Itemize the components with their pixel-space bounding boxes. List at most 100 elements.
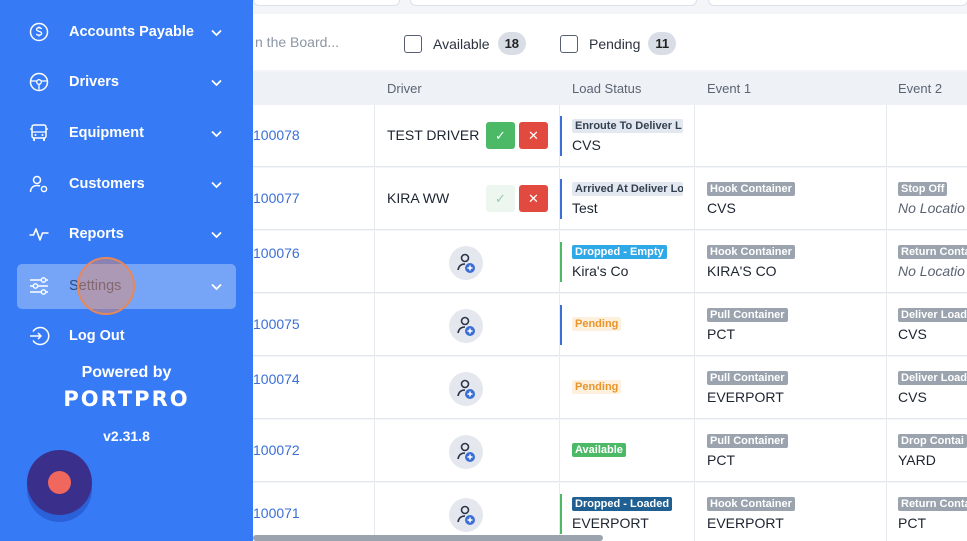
event-2-location: CVS bbox=[898, 326, 927, 342]
sidebar-item-drivers[interactable]: Drivers bbox=[17, 60, 236, 105]
chevron-down-icon bbox=[211, 130, 222, 138]
load-status-badge: Enroute To Deliver L bbox=[572, 119, 683, 133]
event-1-location: PCT bbox=[707, 452, 735, 468]
event-2-tag: Deliver Load bbox=[898, 371, 967, 385]
sidebar: Accounts Payable Drivers Equipment Custo… bbox=[0, 0, 253, 541]
event-1-tag: Hook Container bbox=[707, 497, 795, 511]
chevron-down-icon bbox=[211, 79, 222, 87]
record-dot-icon bbox=[48, 471, 71, 494]
sidebar-item-equipment[interactable]: Equipment bbox=[17, 111, 236, 156]
sidebar-item-label: Equipment bbox=[69, 125, 144, 141]
load-status-badge: Arrived At Deliver Lo bbox=[572, 182, 683, 196]
load-status-badge: Pending bbox=[572, 317, 622, 331]
event-2-tag: Deliver Load bbox=[898, 308, 967, 322]
reject-driver-button[interactable]: ✕ bbox=[519, 185, 548, 212]
event-1-tag: Pull Container bbox=[707, 434, 788, 448]
dollar-circle-icon bbox=[29, 22, 49, 42]
sidebar-item-customers[interactable]: Customers bbox=[17, 162, 236, 207]
load-number-link[interactable]: 100078 bbox=[253, 127, 300, 143]
column-header-driver[interactable]: Driver bbox=[387, 81, 422, 96]
app-version: v2.31.8 bbox=[103, 428, 150, 444]
sidebar-item-label: Accounts Payable bbox=[69, 24, 194, 40]
event-1-location: EVERPORT bbox=[707, 389, 784, 405]
event-1-location: PCT bbox=[707, 326, 735, 342]
status-location: CVS bbox=[572, 137, 601, 153]
available-label: Available bbox=[433, 35, 490, 52]
assign-driver-icon bbox=[457, 442, 475, 462]
driver-name: KIRA WW bbox=[387, 190, 450, 206]
load-number-link[interactable]: 100071 bbox=[253, 505, 300, 521]
assign-driver-icon bbox=[457, 505, 475, 525]
assign-driver-icon bbox=[457, 253, 475, 273]
event-1-tag: Pull Container bbox=[707, 371, 788, 385]
pulse-chart-icon bbox=[29, 228, 49, 241]
chevron-down-icon bbox=[211, 29, 222, 37]
column-header-load-status[interactable]: Load Status bbox=[572, 81, 641, 96]
sidebar-item-accounts-payable[interactable]: Accounts Payable bbox=[17, 10, 236, 55]
assign-driver-button[interactable] bbox=[449, 246, 483, 280]
steering-wheel-icon bbox=[29, 72, 49, 92]
powered-by-text: Powered by bbox=[81, 364, 172, 381]
load-number-link[interactable]: 100076 bbox=[253, 245, 300, 261]
assign-driver-button[interactable] bbox=[449, 435, 483, 469]
pending-label: Pending bbox=[589, 35, 641, 52]
pending-count-badge: 11 bbox=[648, 32, 677, 55]
assign-driver-button[interactable] bbox=[449, 498, 483, 532]
load-number-link[interactable]: 100074 bbox=[253, 371, 300, 387]
event-1-tag: Pull Container bbox=[707, 308, 788, 322]
assign-driver-icon bbox=[457, 316, 475, 336]
checkbox-icon bbox=[560, 34, 578, 53]
event-1-tag: Hook Container bbox=[707, 182, 795, 196]
status-location: EVERPORT bbox=[572, 515, 649, 531]
event-2-location: PCT bbox=[898, 515, 926, 531]
checkbox-icon bbox=[404, 34, 422, 53]
assign-driver-button[interactable] bbox=[449, 372, 483, 406]
sidebar-item-label: Customers bbox=[69, 176, 145, 192]
record-button[interactable] bbox=[27, 450, 92, 515]
event-1-location: CVS bbox=[707, 200, 736, 216]
sliders-icon bbox=[30, 277, 48, 295]
event-2-tag: Drop Contai bbox=[898, 434, 967, 448]
load-number-link[interactable]: 100077 bbox=[253, 190, 300, 206]
column-header-event-2[interactable]: Event 2 bbox=[898, 81, 942, 96]
available-filter-checkbox[interactable]: Available 18 bbox=[404, 32, 527, 55]
event-1-location: EVERPORT bbox=[707, 515, 784, 531]
reject-driver-button[interactable]: ✕ bbox=[519, 122, 548, 149]
sidebar-item-reports[interactable]: Reports bbox=[17, 212, 236, 257]
load-number-link[interactable]: 100072 bbox=[253, 442, 300, 458]
event-2-tag: Stop Off bbox=[898, 182, 948, 196]
horizontal-scrollbar[interactable] bbox=[253, 535, 603, 541]
accept-driver-button[interactable]: ✓ bbox=[486, 185, 515, 212]
sidebar-item-label: Reports bbox=[69, 226, 124, 242]
load-status-badge: Available bbox=[572, 443, 626, 457]
assign-driver-icon bbox=[457, 379, 475, 399]
load-status-badge: Dropped - Empty bbox=[572, 245, 667, 259]
driver-name: TEST DRIVER bbox=[387, 127, 480, 143]
pending-filter-checkbox[interactable]: Pending 11 bbox=[560, 32, 677, 55]
available-count-badge: 18 bbox=[497, 32, 527, 55]
sidebar-item-logout[interactable]: Log Out bbox=[17, 314, 236, 359]
event-2-tag: Return Conta bbox=[898, 497, 967, 511]
sidebar-item-label: Log Out bbox=[69, 328, 125, 344]
event-1-tag: Hook Container bbox=[707, 245, 795, 259]
chevron-down-icon bbox=[211, 283, 222, 291]
load-status-badge: Pending bbox=[572, 380, 622, 394]
status-location: Kira's Co bbox=[572, 263, 629, 279]
event-2-location: YARD bbox=[898, 452, 936, 468]
truck-icon bbox=[30, 124, 48, 141]
user-gear-icon bbox=[29, 175, 48, 193]
event-2-location: CVS bbox=[898, 389, 927, 405]
top-cards-strip bbox=[253, 0, 967, 6]
click-indicator bbox=[77, 257, 135, 315]
accept-driver-button[interactable]: ✓ bbox=[486, 122, 515, 149]
assign-driver-button[interactable] bbox=[449, 309, 483, 343]
portpro-logo: PORTPRO bbox=[63, 387, 190, 411]
event-2-location: No Locatio bbox=[898, 263, 965, 279]
sidebar-item-label: Drivers bbox=[69, 74, 119, 90]
event-2-tag: Return Conta bbox=[898, 245, 967, 259]
chevron-down-icon bbox=[211, 181, 222, 189]
column-header-event-1[interactable]: Event 1 bbox=[707, 81, 751, 96]
status-location: Test bbox=[572, 200, 598, 216]
load-number-link[interactable]: 100075 bbox=[253, 316, 300, 332]
event-2-location: No Locatio bbox=[898, 200, 965, 216]
